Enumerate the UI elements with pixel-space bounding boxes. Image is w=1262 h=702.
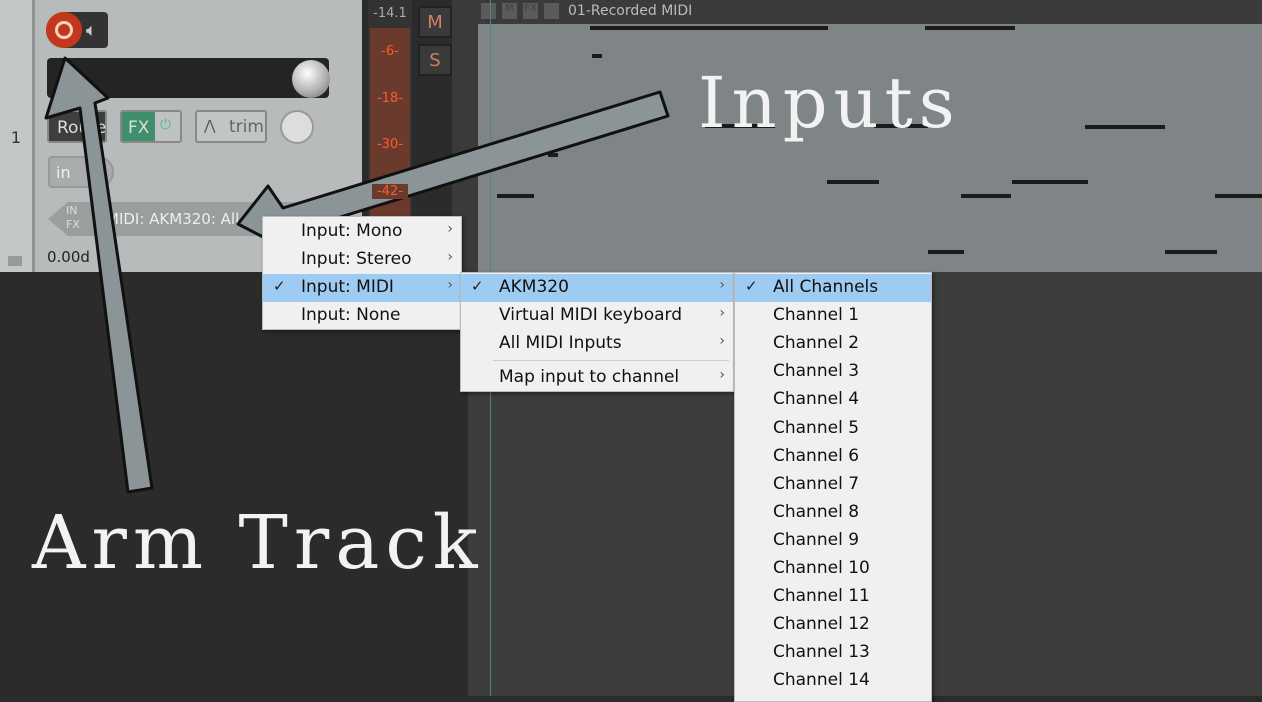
label: Virtual MIDI keyboard: [499, 305, 682, 325]
chevron-right-icon: ›: [447, 221, 453, 237]
menu-item-channel[interactable]: Channel 11: [735, 583, 931, 611]
midi-device-menu: ✓ AKM320 › Virtual MIDI keyboard › All MIDI…: [460, 272, 734, 392]
menu-item-channel[interactable]: Channel 3: [735, 358, 931, 386]
menu-item-channel[interactable]: Channel 9: [735, 527, 931, 555]
input-type-menu: Input: Mono › Input: Stereo › ✓ Input: MIDI…: [262, 216, 462, 330]
label: Channel 8: [773, 501, 860, 522]
checkmark-icon: ✓: [273, 277, 286, 295]
menu-item-channel[interactable]: Channel 13: [735, 639, 931, 667]
channel-menu: ✓ All Channels Channel 1 Channel 2 Channel 3…: [734, 272, 932, 702]
menu-item-channel[interactable]: Channel 12: [735, 611, 931, 639]
chevron-right-icon: ›: [719, 305, 725, 321]
label: Map input to channel: [499, 367, 680, 387]
menu-item-channel[interactable]: Channel 14: [735, 667, 931, 695]
label: Channel 3: [773, 361, 860, 382]
menu-item-input-midi[interactable]: ✓ Input: MIDI ›: [263, 274, 461, 302]
label: Channel 4: [773, 389, 860, 410]
chevron-right-icon: ›: [447, 249, 453, 265]
checkmark-icon: ✓: [471, 277, 484, 295]
chevron-right-icon: ›: [719, 333, 725, 349]
meter-tick: -42-: [372, 184, 408, 199]
menu-item-akm320[interactable]: ✓ AKM320 ›: [461, 274, 733, 302]
label: Input: Stereo: [301, 249, 412, 269]
menu-item-input-mono[interactable]: Input: Mono ›: [263, 218, 461, 246]
menu-item-channel[interactable]: Channel 6: [735, 443, 931, 471]
menu-item-input-none[interactable]: Input: None: [263, 302, 461, 330]
chevron-right-icon: ›: [719, 367, 725, 383]
label: AKM320: [499, 277, 569, 297]
menu-item-channel[interactable]: Channel 4: [735, 386, 931, 414]
label: Input: None: [301, 305, 401, 325]
label: Input: Mono: [301, 221, 403, 241]
arm-track-annotation: Arm Track: [32, 500, 484, 586]
menu-separator: [493, 360, 729, 361]
label: Channel 1: [773, 305, 860, 326]
inputs-annotation: Inputs: [698, 62, 961, 144]
chevron-right-icon: ›: [447, 277, 453, 293]
menu-item-channel[interactable]: Channel 8: [735, 499, 931, 527]
menu-item-channel[interactable]: Channel 10: [735, 555, 931, 583]
arm-track-arrow: [44, 56, 154, 494]
menu-item-channel[interactable]: Channel 5: [735, 415, 931, 443]
menu-item-input-stereo[interactable]: Input: Stereo ›: [263, 246, 461, 274]
menu-item-channel[interactable]: Channel 1: [735, 302, 931, 330]
label: Channel 7: [773, 473, 860, 494]
label: All MIDI Inputs: [499, 333, 622, 353]
label: Channel 13: [773, 642, 870, 663]
menu-item-map-input-to-channel[interactable]: Map input to channel ›: [461, 364, 733, 392]
menu-item-channel[interactable]: ✓ All Channels: [735, 274, 931, 302]
label: All Channels: [773, 277, 879, 297]
label: Channel 10: [773, 558, 870, 578]
label: Channel 2: [773, 333, 860, 354]
menu-item-channel[interactable]: Channel 2: [735, 330, 931, 358]
checkmark-icon: ✓: [745, 277, 758, 295]
label: Input: MIDI: [301, 277, 394, 297]
label: Channel 9: [773, 529, 860, 550]
label: Channel 6: [773, 445, 860, 466]
menu-item-channel[interactable]: Channel 7: [735, 471, 931, 499]
label: Channel 5: [773, 417, 860, 438]
menu-item-virtual-midi-keyboard[interactable]: Virtual MIDI keyboard ›: [461, 302, 733, 330]
menu-item-all-midi-inputs[interactable]: All MIDI Inputs ›: [461, 330, 733, 358]
label: Channel 11: [773, 586, 870, 607]
label: Channel 12: [773, 614, 870, 635]
chevron-right-icon: ›: [719, 277, 725, 293]
label: Channel 14: [773, 670, 870, 691]
